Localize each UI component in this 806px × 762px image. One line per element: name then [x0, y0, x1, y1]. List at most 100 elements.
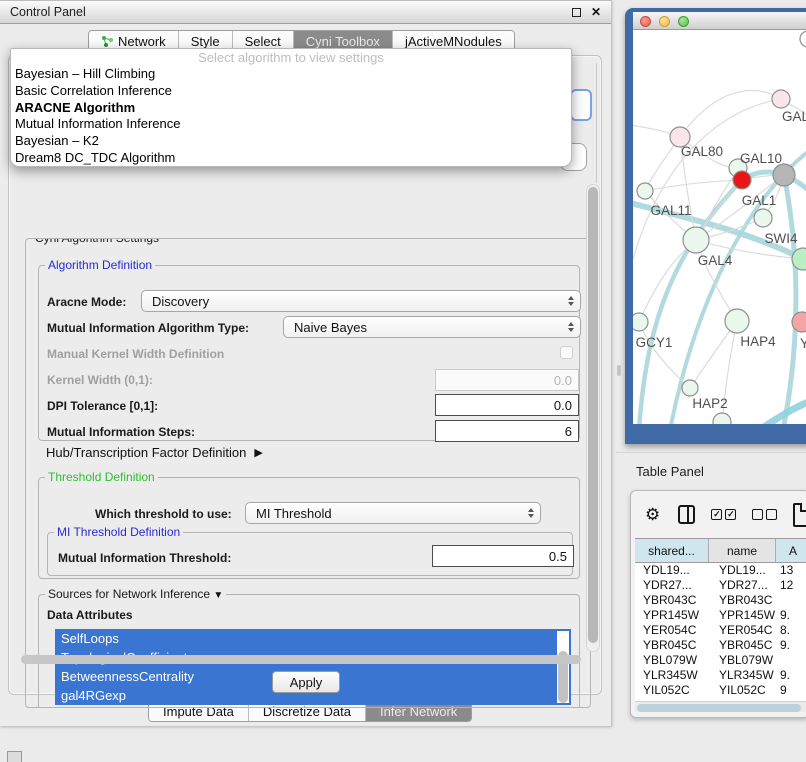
mi-threshold-field[interactable]: 0.5 [432, 545, 574, 567]
cell-value: 9. [776, 668, 806, 683]
node-red-selected[interactable] [733, 171, 751, 189]
cell-name: YER054C [709, 623, 776, 638]
table-row[interactable]: YIL052C YIL052C 9 [635, 683, 806, 698]
table-row[interactable]: YDR27... YDR27... 12 [635, 578, 806, 593]
node-gal11[interactable] [637, 183, 653, 199]
node-label: GAL11 [650, 203, 691, 218]
node-gal7[interactable] [772, 90, 790, 108]
node-label: GAL4 [698, 253, 733, 268]
algorithm-option[interactable]: Mutual Information Inference [11, 116, 571, 133]
hub-definition-expander[interactable]: Hub/Transcription Factor Definition ▶ [46, 445, 263, 460]
node-label: GAL80 [681, 144, 723, 159]
table-body: YDL19... YDL19... 13 YDR27... YDR27... 1… [635, 563, 806, 701]
columns-icon[interactable] [678, 505, 695, 524]
deselect-all-rows-icon[interactable] [752, 509, 777, 520]
settings-horizontal-scrollbar[interactable] [21, 655, 581, 664]
table-row[interactable]: YPR145W YPR145W 9. [635, 608, 806, 623]
column-header-shared-name[interactable]: shared... [635, 539, 709, 562]
network-graph[interactable]: GAL GAL80 GAL10 GAL11 GAL1 SWI4 GAL4 GCY… [633, 30, 806, 424]
control-panel-window: Control Panel ✕ Network Style Select [0, 0, 612, 726]
column-header-partial[interactable]: A [776, 539, 806, 562]
attribute-item-selected[interactable]: SelfLoops [55, 629, 571, 648]
cell-name: YBR043C [709, 593, 776, 608]
column-header-name[interactable]: name [709, 539, 776, 562]
node-salmon[interactable] [792, 312, 806, 332]
document-icon[interactable] [793, 503, 806, 527]
table-row[interactable]: YBL079W YBL079W [635, 653, 806, 668]
checked-checkbox-icon: ✓ [725, 509, 736, 520]
tab-label: Cyni Toolbox [306, 34, 380, 49]
tab-label: jActiveMNodules [405, 34, 502, 49]
algorithm-option[interactable]: Bayesian – Hill Climbing [11, 66, 571, 83]
attributes-scrollbar[interactable] [557, 631, 569, 703]
apply-button[interactable]: Apply [272, 671, 340, 693]
kernel-width-field[interactable]: 0.0 [435, 369, 579, 391]
float-window-icon[interactable] [572, 8, 581, 17]
node-hap4[interactable] [725, 309, 749, 333]
cell-name: YBL079W [709, 653, 776, 668]
network-canvas[interactable]: GAL GAL80 GAL10 GAL11 GAL1 SWI4 GAL4 GCY… [633, 30, 806, 424]
tab-label: Style [191, 34, 220, 49]
network-edge[interactable] [753, 398, 806, 424]
node-hap2[interactable] [682, 380, 698, 396]
cyni-algorithm-settings-group: Cyni Algorithm Settings Algorithm Defini… [25, 238, 591, 708]
table-row[interactable]: YBR043C YBR043C [635, 593, 806, 608]
mi-steps-label: Mutual Information Steps: [47, 425, 195, 439]
gear-icon[interactable]: ⚙ [645, 506, 660, 523]
algorithm-option[interactable]: Bayesian – K2 [11, 133, 571, 150]
algorithm-option[interactable]: Basic Correlation Inference [11, 83, 571, 100]
network-window-titlebar[interactable] [633, 12, 806, 30]
scrollbar-thumb[interactable] [588, 187, 598, 643]
node-gal4[interactable] [683, 227, 709, 253]
which-threshold-combobox[interactable]: MI Threshold [245, 502, 541, 524]
network-edge[interactable] [680, 90, 781, 137]
close-icon[interactable]: ✕ [591, 8, 601, 17]
node-label: GAL1 [742, 193, 777, 208]
kernel-width-label: Kernel Width (0,1): [47, 373, 153, 387]
node-gal1[interactable] [754, 209, 772, 227]
node-partial-bottom[interactable] [713, 413, 731, 424]
table-row[interactable]: YBR045C YBR045C 9. [635, 638, 806, 653]
cell-name: YDR27... [709, 578, 776, 593]
table-row[interactable]: YDL19... YDL19... 13 [635, 563, 806, 578]
mi-steps-field[interactable]: 6 [435, 420, 579, 442]
hub-definition-label: Hub/Transcription Factor Definition [46, 445, 246, 460]
collapse-arrow-icon[interactable]: ▼ [213, 590, 223, 601]
network-edge[interactable] [783, 175, 796, 424]
select-all-rows-icon[interactable]: ✓ ✓ [711, 509, 736, 520]
network-window[interactable]: GAL GAL80 GAL10 GAL11 GAL1 SWI4 GAL4 GCY… [625, 8, 806, 444]
close-traffic-light-icon[interactable] [640, 16, 651, 27]
table-row[interactable]: YER054C YER054C 8. [635, 623, 806, 638]
table-row[interactable]: YLR345W YLR345W 9. [635, 668, 806, 683]
scrollbar-thumb[interactable] [637, 704, 801, 712]
combobox-value: MI Threshold [246, 506, 524, 521]
aracne-mode-combobox[interactable]: Discovery [141, 290, 581, 312]
panel-divider-grip[interactable] [617, 365, 621, 376]
settings-vertical-scrollbar[interactable] [586, 184, 600, 652]
node-gray[interactable] [773, 164, 795, 186]
network-icon [101, 35, 114, 48]
tab-label: Select [245, 34, 281, 49]
node-partial-top[interactable] [800, 31, 806, 47]
group-title: Algorithm Definition [45, 258, 155, 272]
cell-value: 9 [776, 683, 806, 698]
control-panel-titlebar: Control Panel ✕ [0, 1, 611, 24]
table-header-row: shared... name A [635, 538, 806, 563]
data-attributes-list[interactable]: SelfLoops TopologicalCoefficient Between… [55, 629, 571, 705]
bottom-left-icon-fragment[interactable] [7, 751, 22, 762]
node-gcy1[interactable] [633, 313, 648, 331]
node-label: GCY1 [636, 335, 673, 350]
checked-checkbox-icon: ✓ [711, 509, 722, 520]
mi-type-combobox[interactable]: Naive Bayes [283, 316, 581, 338]
algorithm-option-selected[interactable]: ARACNE Algorithm [11, 100, 571, 117]
algorithm-option[interactable]: Dream8 DC_TDC Algorithm [11, 150, 571, 167]
manual-kernel-label: Manual Kernel Width Definition [47, 347, 224, 361]
algorithm-definition-group: Algorithm Definition Aracne Mode: Discov… [38, 265, 580, 441]
cell-value: 9. [776, 608, 806, 623]
zoom-traffic-light-icon[interactable] [678, 16, 689, 27]
dpi-tolerance-field[interactable]: 0.0 [435, 394, 579, 416]
cell-value: 13 [776, 563, 806, 578]
manual-kernel-checkbox[interactable] [560, 346, 573, 359]
table-horizontal-scrollbar[interactable] [635, 701, 806, 712]
minimize-traffic-light-icon[interactable] [659, 16, 670, 27]
